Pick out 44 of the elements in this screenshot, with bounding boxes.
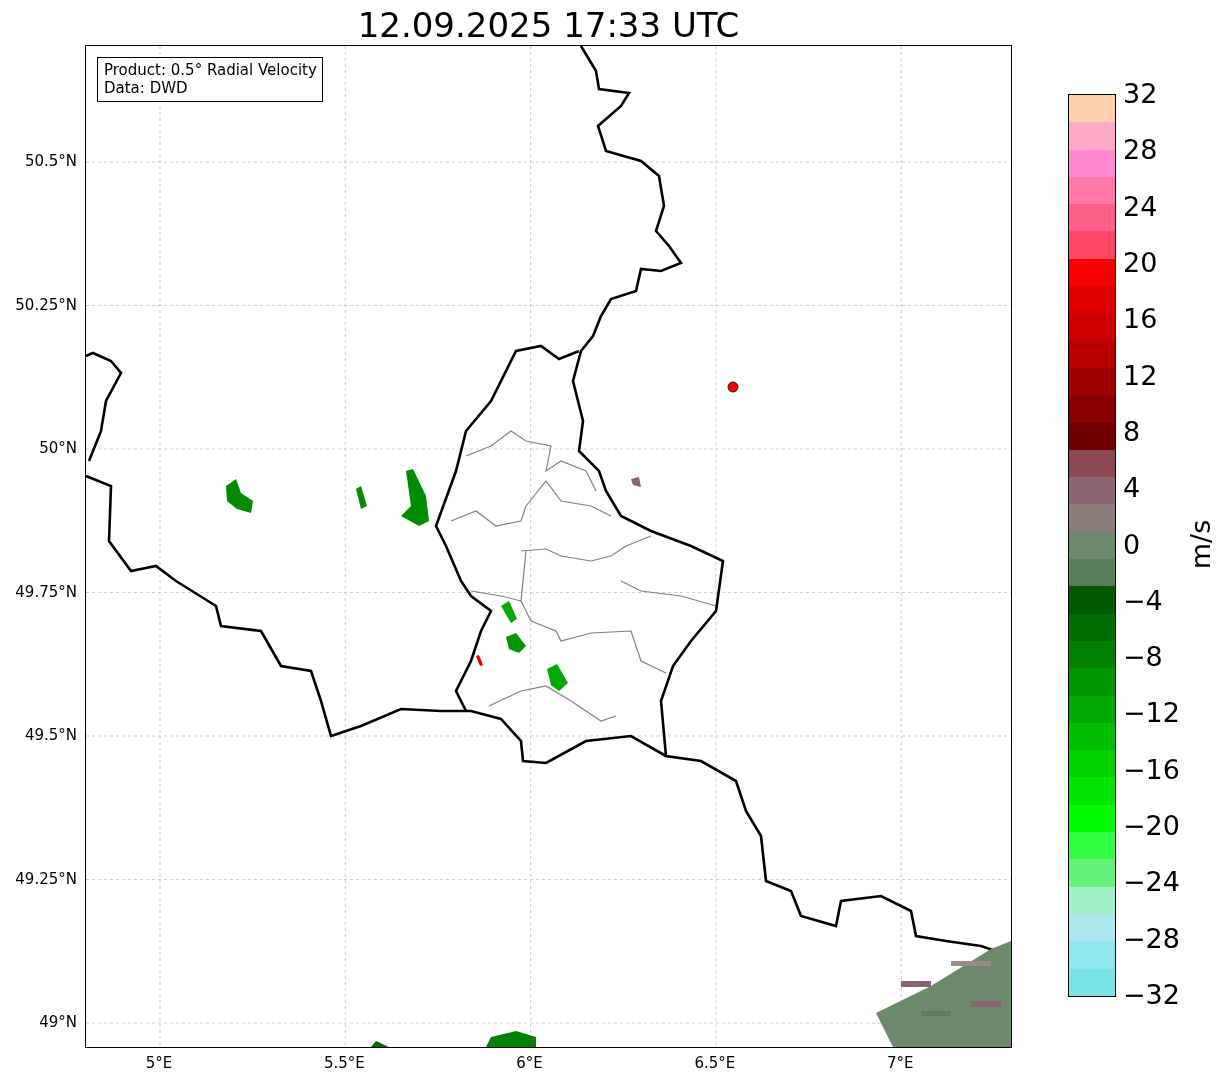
- longitude-tick-label: 6.5°E: [694, 1054, 736, 1072]
- radar-echo: [631, 477, 641, 487]
- legend-text: Data: DWD: [104, 79, 189, 97]
- latitude-tick-label: 50.25°N: [15, 295, 77, 314]
- radar-echo: [226, 479, 253, 513]
- radar-site-marker: [727, 381, 739, 393]
- colorbar-tick-label: −8: [1123, 642, 1163, 673]
- colorbar-tick-label: 16: [1123, 304, 1158, 335]
- colorbar-tick-label: 12: [1123, 360, 1158, 391]
- radar-echo: [506, 633, 526, 653]
- longitude-tick-label: 5.5°E: [323, 1054, 365, 1072]
- colorbar-tick-label: 4: [1123, 473, 1141, 504]
- colorbar-tick-label: 8: [1123, 416, 1141, 447]
- colorbar-tick-label: 20: [1123, 247, 1158, 278]
- radar-echo: [476, 655, 483, 666]
- colorbar-tick-label: −24: [1123, 867, 1180, 898]
- colorbar-tick-label: −20: [1123, 811, 1180, 842]
- colorbar-tick-label: 32: [1123, 79, 1158, 109]
- longitude-tick-label: 6°E: [516, 1054, 543, 1072]
- radar-echo: [356, 486, 367, 509]
- latitude-tick-label: 49.5°N: [24, 726, 77, 744]
- colorbar-tick-label: 24: [1123, 191, 1158, 222]
- latitude-tick-label: 49.75°N: [15, 582, 77, 601]
- colorbar-tick-label: −12: [1123, 698, 1180, 729]
- colorbar-tick-label: 28: [1123, 135, 1158, 166]
- radar-echo: [401, 469, 429, 526]
- colorbar-tick-label: −28: [1123, 923, 1180, 954]
- colorbar-tick-label: −32: [1123, 980, 1180, 1010]
- radar-echo: [371, 1041, 389, 1047]
- colorbar-tick-label: −4: [1123, 585, 1163, 616]
- latitude-tick-label: 49.25°N: [15, 869, 77, 888]
- radar-echo: [501, 601, 517, 623]
- colorbar-tick-label: −16: [1123, 754, 1180, 785]
- radar-echo: [486, 1031, 536, 1047]
- longitude-tick-label: 7°E: [886, 1054, 914, 1072]
- chart-title: 12.09.2025 17:33 UTC: [356, 4, 741, 45]
- colorbar-unit-label: m/s: [1185, 519, 1217, 570]
- latitude-tick-label: 50°N: [39, 439, 77, 457]
- longitude-tick-label: 5°E: [145, 1054, 173, 1072]
- legend-text: Product: 0.5° Radial Velocity: [104, 61, 317, 79]
- latitude-tick-label: 49°N: [39, 1013, 77, 1031]
- latitude-tick-label: 50.5°N: [24, 152, 77, 170]
- radar-echo: [547, 664, 568, 691]
- colorbar-tick-label: 0: [1123, 529, 1141, 560]
